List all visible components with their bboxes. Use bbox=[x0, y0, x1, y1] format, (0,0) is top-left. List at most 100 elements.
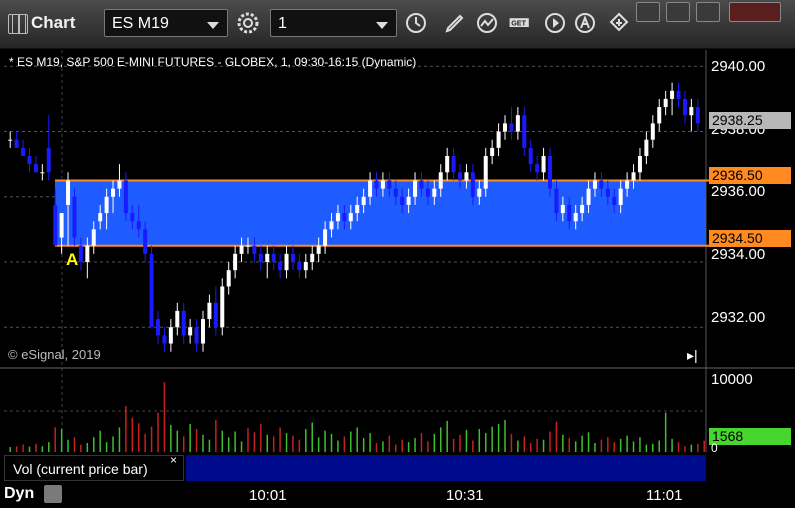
candle-body bbox=[271, 253, 276, 262]
candle-body bbox=[297, 262, 302, 271]
zone-bottom-price-tag: 2934.50 bbox=[709, 230, 791, 247]
candle-body bbox=[682, 98, 687, 116]
candle-body bbox=[560, 204, 565, 214]
candle-body bbox=[316, 245, 321, 254]
time-tick-label: 10:01 bbox=[249, 487, 287, 504]
candle-body bbox=[631, 172, 636, 181]
candle-body bbox=[580, 204, 585, 214]
candle-body bbox=[27, 156, 32, 165]
candle-body bbox=[136, 221, 141, 230]
candle-body bbox=[168, 327, 173, 344]
candle-body bbox=[644, 139, 649, 156]
candle-body bbox=[8, 139, 13, 141]
candle-body bbox=[535, 164, 540, 173]
candle-body bbox=[181, 310, 186, 336]
candle-body bbox=[586, 188, 591, 205]
candle-body bbox=[252, 245, 257, 254]
candle-body bbox=[156, 319, 161, 336]
candle-body bbox=[335, 213, 340, 222]
candle-body bbox=[657, 107, 662, 124]
candle-body bbox=[53, 204, 58, 246]
candle-body bbox=[464, 172, 469, 181]
zone-top-price-tag: 2936.50 bbox=[709, 167, 791, 184]
candle-body bbox=[676, 90, 681, 99]
price-tick-label: 2934.00 bbox=[711, 246, 766, 263]
candle-body bbox=[194, 327, 199, 344]
candle-body bbox=[239, 245, 244, 254]
scroll-to-end-icon[interactable]: ▸| bbox=[687, 347, 698, 364]
candle-body bbox=[503, 123, 508, 132]
candle-body bbox=[605, 188, 610, 197]
candle-body bbox=[348, 213, 353, 222]
candle-body bbox=[78, 245, 83, 262]
candle-body bbox=[233, 253, 238, 271]
candle-body bbox=[496, 131, 501, 148]
candle-body bbox=[175, 310, 180, 328]
time-tick-label: 10:31 bbox=[446, 487, 484, 504]
candle-body bbox=[425, 188, 430, 197]
dynamic-mode-label[interactable]: Dyn bbox=[4, 485, 34, 503]
chart-canvas[interactable] bbox=[0, 0, 795, 508]
candle-body bbox=[104, 196, 109, 214]
candle-body bbox=[143, 229, 148, 254]
candle-body bbox=[528, 147, 533, 165]
candle-body bbox=[98, 213, 103, 222]
candle-body bbox=[368, 180, 373, 197]
candle-body bbox=[387, 180, 392, 189]
candle-body bbox=[310, 253, 315, 262]
pane-label-bar bbox=[186, 455, 706, 481]
candle-body bbox=[21, 147, 26, 156]
candle-body bbox=[111, 188, 116, 197]
candle-body bbox=[413, 180, 418, 197]
candle-body bbox=[509, 123, 514, 132]
candle-body bbox=[490, 147, 495, 156]
candle-body bbox=[213, 302, 218, 328]
candle-body bbox=[599, 180, 604, 189]
candle-body bbox=[451, 156, 456, 173]
candle-body bbox=[355, 204, 360, 214]
candle-body bbox=[470, 172, 475, 197]
candle-body bbox=[547, 156, 552, 189]
candle-body bbox=[329, 221, 334, 230]
candle-body bbox=[258, 253, 263, 262]
candle-body bbox=[515, 115, 520, 132]
candle-body bbox=[458, 172, 463, 181]
candle-body bbox=[650, 123, 655, 140]
candle-body bbox=[612, 196, 617, 205]
close-icon[interactable]: × bbox=[170, 453, 177, 467]
candle-body bbox=[123, 180, 128, 214]
candle-body bbox=[592, 180, 597, 189]
candle-body bbox=[483, 156, 488, 189]
price-tick-label: 2940.00 bbox=[711, 58, 766, 75]
candle-body bbox=[284, 253, 289, 271]
candle-body bbox=[374, 180, 379, 189]
candle-body bbox=[419, 180, 424, 189]
lock-icon[interactable] bbox=[44, 485, 62, 503]
candle-body bbox=[573, 213, 578, 222]
candle-body bbox=[689, 107, 694, 116]
candle-body bbox=[393, 188, 398, 197]
candle-body bbox=[149, 253, 154, 328]
candle-body bbox=[432, 188, 437, 197]
candle-body bbox=[226, 270, 231, 287]
candle-body bbox=[554, 188, 559, 214]
volume-pane-label: Vol (current price bar) bbox=[4, 455, 184, 481]
candle-body bbox=[72, 196, 77, 238]
candle-body bbox=[130, 213, 135, 222]
candle-body bbox=[522, 115, 527, 148]
candle-body bbox=[400, 196, 405, 205]
candle-body bbox=[40, 172, 45, 174]
chart-header: * ES M19, S&P 500 E-MINI FUTURES - GLOBE… bbox=[9, 55, 417, 69]
candle-body bbox=[59, 213, 64, 238]
candle-body bbox=[670, 90, 675, 99]
candle-body bbox=[117, 180, 122, 189]
candle-body bbox=[46, 147, 51, 173]
candle-body bbox=[33, 164, 38, 173]
candle-body bbox=[567, 204, 572, 222]
current-price-tag: 2938.25 bbox=[709, 112, 791, 129]
candle-body bbox=[220, 286, 225, 328]
price-tick-label: 2932.00 bbox=[711, 309, 766, 326]
marker-label: A bbox=[66, 250, 79, 269]
candle-body bbox=[342, 213, 347, 222]
candle-body bbox=[323, 229, 328, 246]
